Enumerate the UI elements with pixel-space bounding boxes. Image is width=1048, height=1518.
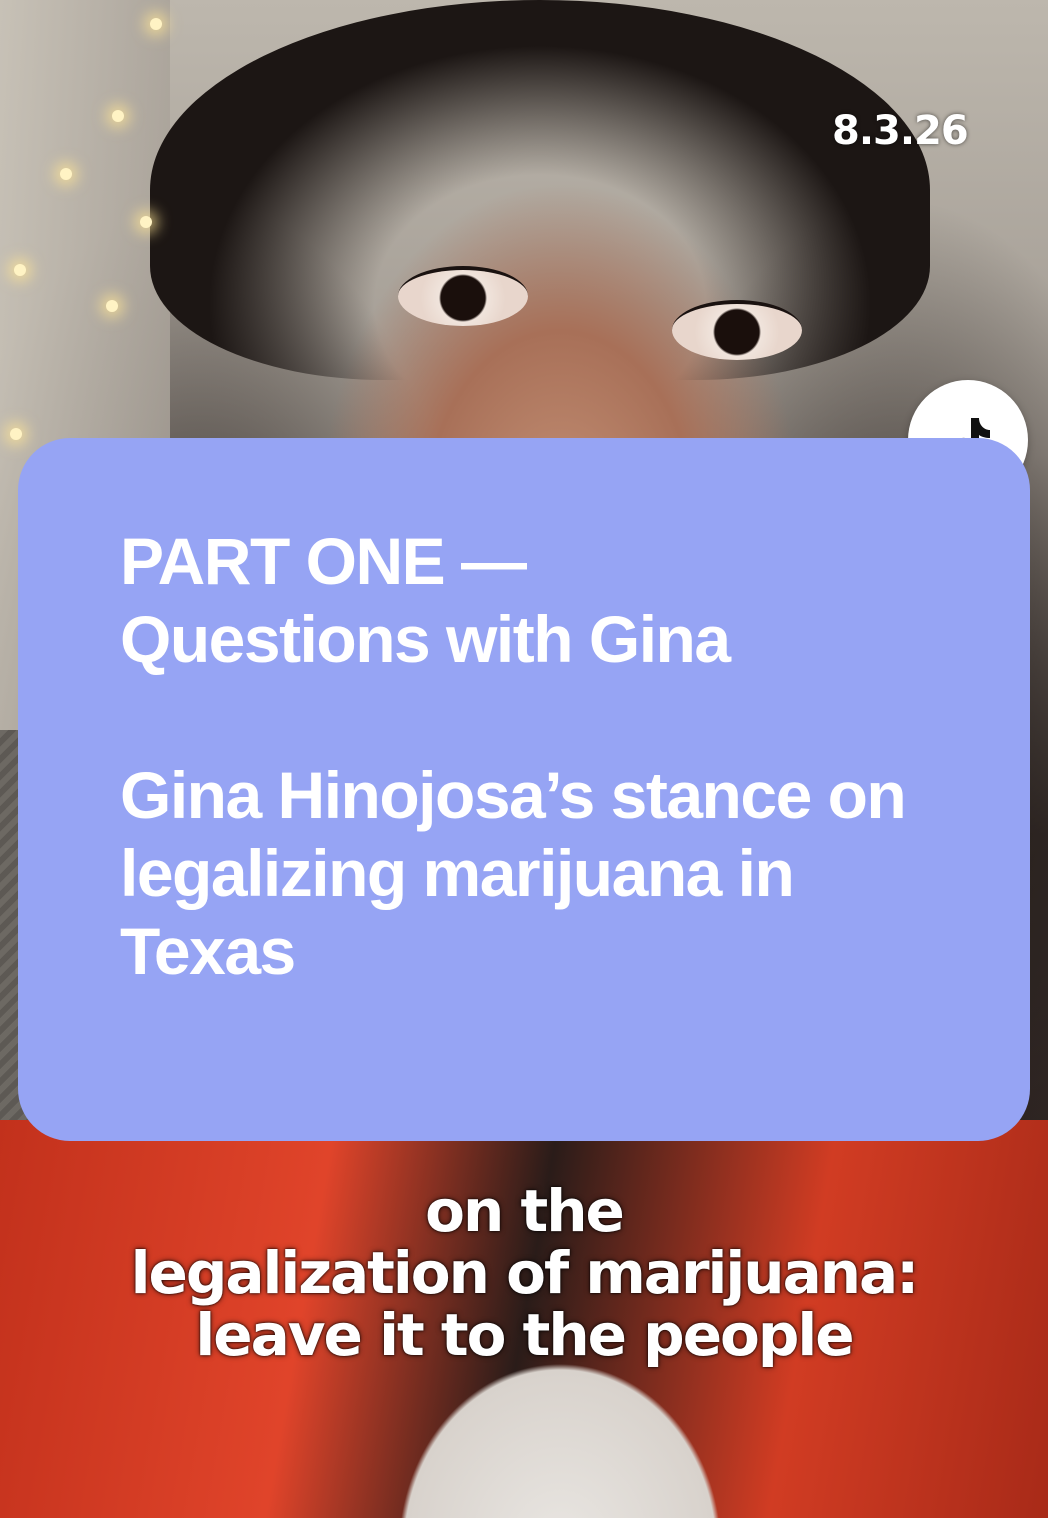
string-light xyxy=(10,428,22,440)
caption-line: on the xyxy=(425,1177,625,1245)
string-light xyxy=(150,18,162,30)
caption-line: leave it to the people xyxy=(195,1301,854,1369)
card-body-text: Gina Hinojosa’s stance on legalizing mar… xyxy=(120,758,907,988)
person-eye-left xyxy=(398,266,528,326)
caption-line: legalization of marijuana: xyxy=(130,1239,920,1307)
person-eye-right xyxy=(672,300,802,360)
date-label: 8.3.26 xyxy=(832,108,969,154)
person-hair xyxy=(150,0,930,380)
string-light xyxy=(14,264,26,276)
string-light xyxy=(140,216,152,228)
card-heading: PART ONE — Questions with Gina xyxy=(120,522,970,678)
card-heading-line: Questions with Gina xyxy=(120,602,731,676)
string-light xyxy=(112,110,124,122)
string-light xyxy=(106,300,118,312)
title-card: PART ONE — Questions with Gina Gina Hino… xyxy=(18,438,1030,1141)
card-heading-line: PART ONE — xyxy=(120,524,527,598)
string-light xyxy=(60,168,72,180)
